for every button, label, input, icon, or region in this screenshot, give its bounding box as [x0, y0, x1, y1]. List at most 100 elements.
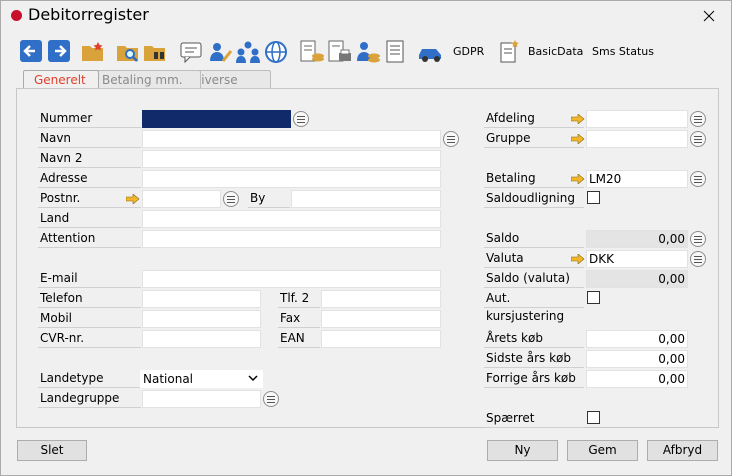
mobil-field[interactable] [142, 310, 261, 328]
folder-favorite-icon[interactable] [80, 39, 106, 65]
landetype-label: Landetype [38, 369, 141, 388]
saldo-lookup-icon[interactable] [690, 231, 706, 247]
gruppe-field[interactable] [586, 130, 688, 148]
landegruppe-field[interactable] [142, 390, 261, 408]
land-field[interactable] [142, 210, 441, 228]
saldo-valuta-label: Saldo (valuta) [484, 269, 584, 288]
land-label: Land [38, 209, 141, 228]
forrige-aars-koeb-label: Forrige års køb [484, 369, 584, 388]
close-icon [703, 10, 715, 22]
ledger-print-icon[interactable] [327, 39, 353, 65]
landegruppe-label: Landegruppe [38, 389, 141, 408]
navn2-field[interactable] [142, 150, 441, 168]
aut-kursjustering-label: Aut. kursjustering [484, 289, 584, 323]
tab-betaling[interactable]: Betaling mm. [91, 70, 201, 89]
betaling-lookup-icon[interactable] [690, 171, 706, 187]
tlf2-label: Tlf. 2 [278, 289, 320, 308]
chevron-down-icon [248, 375, 258, 382]
saldoudligning-label: Saldoudligning [484, 189, 584, 208]
saldoudligning-checkbox[interactable] [587, 191, 600, 204]
aarets-koeb-label: Årets køb [484, 329, 584, 348]
user-edit-icon[interactable] [207, 39, 233, 65]
folder-binoculars-icon[interactable] [142, 39, 168, 65]
tlf2-field[interactable] [321, 290, 441, 308]
gdpr-button[interactable]: GDPR [453, 45, 484, 58]
attention-field[interactable] [142, 230, 441, 248]
postnr-arrow-icon [126, 194, 140, 204]
valuta-field[interactable]: DKK [586, 250, 688, 268]
car-icon[interactable] [417, 39, 445, 65]
user-coins-icon[interactable] [355, 39, 381, 65]
new-document-icon[interactable] [496, 39, 522, 65]
afdeling-field[interactable] [586, 110, 688, 128]
spaerret-checkbox[interactable] [587, 411, 600, 424]
cvr-label: CVR-nr. [38, 329, 141, 348]
app-icon [11, 10, 22, 21]
gruppe-label: Gruppe [484, 129, 584, 148]
saldo-field: 0,00 [586, 230, 688, 248]
navn-field[interactable] [142, 130, 441, 148]
fax-label: Fax [278, 309, 320, 328]
fax-field[interactable] [321, 310, 441, 328]
afdeling-arrow-icon [571, 114, 585, 124]
afdeling-lookup-icon[interactable] [690, 111, 706, 127]
saldo-valuta-field: 0,00 [586, 270, 688, 288]
document-icon[interactable] [383, 39, 409, 65]
chat-icon[interactable] [179, 39, 205, 65]
landegruppe-lookup-icon[interactable] [263, 391, 279, 407]
afdeling-label: Afdeling [484, 109, 584, 128]
forward-arrow-icon[interactable] [47, 39, 73, 65]
aarets-koeb-field[interactable]: 0,00 [586, 330, 688, 348]
telefon-label: Telefon [38, 289, 141, 308]
postnr-field[interactable] [142, 190, 221, 208]
gem-button[interactable]: Gem [567, 440, 638, 461]
ean-label: EAN [278, 329, 320, 348]
betaling-label: Betaling [484, 169, 584, 188]
navn-lookup-icon[interactable] [443, 131, 459, 147]
sidste-aars-koeb-label: Sidste års køb [484, 349, 584, 368]
ledger-coins-icon[interactable] [299, 39, 325, 65]
nummer-label: Nummer [38, 109, 141, 128]
nummer-field[interactable] [142, 110, 291, 128]
sidste-aars-koeb-field[interactable]: 0,00 [586, 350, 688, 368]
globe-icon[interactable] [263, 39, 289, 65]
window-title: Debitorregister [28, 5, 149, 24]
valuta-label: Valuta [484, 249, 584, 268]
betaling-field[interactable]: LM20 [586, 170, 688, 188]
adresse-field[interactable] [142, 170, 441, 188]
telefon-field[interactable] [142, 290, 261, 308]
postnr-lookup-icon[interactable] [223, 191, 239, 207]
by-field[interactable] [291, 190, 441, 208]
title-bar: Debitorregister [1, 1, 731, 31]
ean-field[interactable] [321, 330, 441, 348]
by-label: By [248, 189, 290, 208]
folder-search-icon[interactable] [115, 39, 141, 65]
aut-kursjustering-checkbox[interactable] [587, 291, 600, 304]
sms-status-button[interactable]: Sms Status [592, 45, 654, 58]
forrige-aars-koeb-field[interactable]: 0,00 [586, 370, 688, 388]
saldo-label: Saldo [484, 229, 584, 248]
navn-label: Navn [38, 129, 141, 148]
spaerret-label: Spærret [484, 409, 584, 428]
ny-button[interactable]: Ny [487, 440, 558, 461]
betaling-arrow-icon [571, 174, 585, 184]
landetype-select[interactable]: National [140, 370, 263, 388]
toolbar: GDPR BasicData Sms Status [16, 37, 676, 67]
email-field[interactable] [142, 270, 441, 288]
close-button[interactable] [686, 1, 731, 31]
afbryd-button[interactable]: Afbryd [647, 440, 718, 461]
back-arrow-icon[interactable] [19, 39, 45, 65]
cvr-field[interactable] [142, 330, 261, 348]
attention-label: Attention [38, 229, 141, 248]
valuta-arrow-icon [571, 254, 585, 264]
tab-generelt[interactable]: Generelt [23, 70, 99, 90]
mobil-label: Mobil [38, 309, 141, 328]
email-label: E-mail [38, 269, 141, 288]
gruppe-lookup-icon[interactable] [690, 131, 706, 147]
landetype-value: National [143, 372, 194, 386]
slet-button[interactable]: Slet [17, 440, 87, 461]
valuta-lookup-icon[interactable] [690, 251, 706, 267]
basicdata-button[interactable]: BasicData [528, 45, 583, 58]
nummer-lookup-icon[interactable] [293, 111, 309, 127]
users-icon[interactable] [235, 39, 261, 65]
